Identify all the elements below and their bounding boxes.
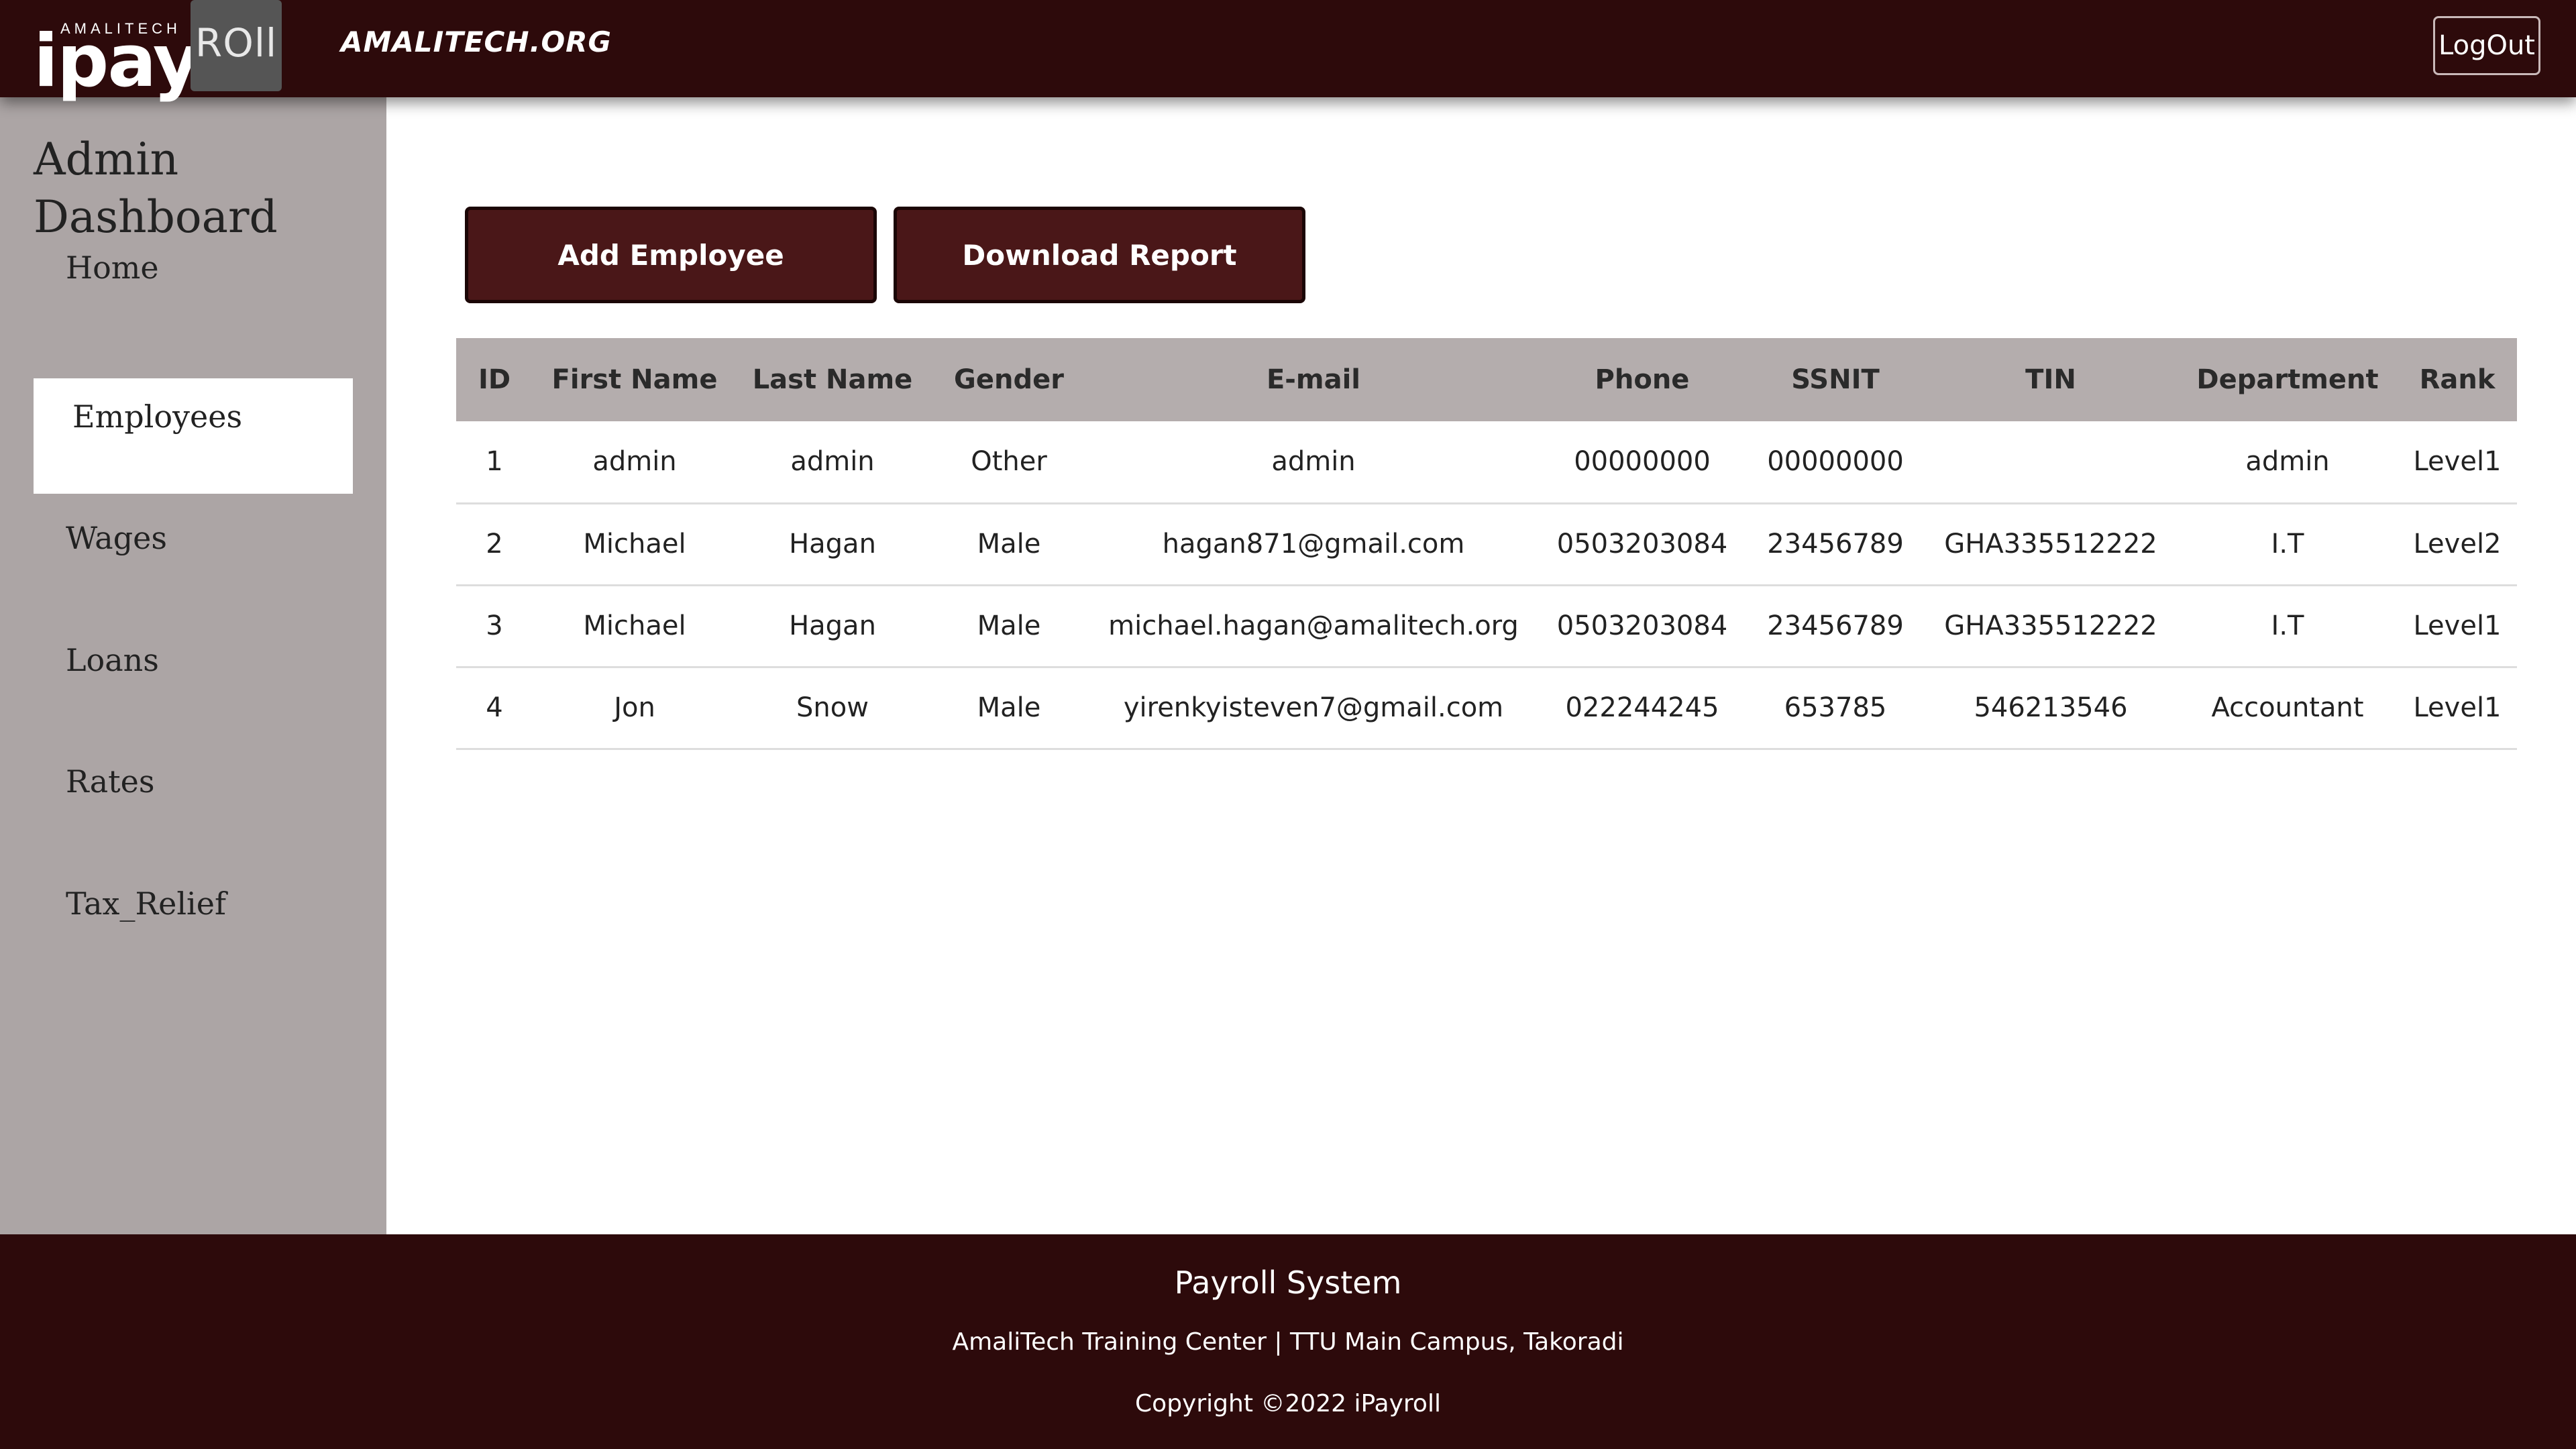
employees-table: ID First Name Last Name Gender E-mail Ph…: [456, 338, 2517, 750]
site-name-link[interactable]: AMALITECH.ORG: [341, 25, 612, 58]
cell-department: admin: [2245, 446, 2330, 478]
sidebar-item-label: Wages: [66, 520, 167, 556]
cell-gender: Male: [977, 692, 1041, 723]
cell-rank: Level1: [2413, 610, 2502, 641]
cell-last-name: Snow: [796, 692, 869, 723]
cell-phone: 022244245: [1565, 692, 1719, 723]
cell-tin: 546213546: [1974, 692, 2128, 723]
cell-gender: Male: [977, 610, 1041, 641]
cell-last-name: Hagan: [789, 529, 876, 559]
sidebar-item-label: Rates: [66, 763, 155, 800]
cell-ssnit: 653785: [1784, 692, 1887, 723]
cell-id: 3: [486, 610, 503, 641]
column-header-department: Department: [2196, 364, 2379, 395]
cell-email: michael.hagan@amalitech.org: [1108, 610, 1519, 641]
sidebar-item-tax-relief[interactable]: Tax_Relief: [34, 865, 353, 981]
sidebar-item-loans[interactable]: Loans: [34, 622, 353, 737]
sidebar-item-wages[interactable]: Wages: [34, 500, 353, 615]
cell-ssnit: 23456789: [1767, 529, 1904, 559]
cell-ssnit: 23456789: [1767, 610, 1904, 641]
cell-last-name: Hagan: [789, 610, 876, 641]
cell-last-name: admin: [790, 446, 875, 478]
cell-first-name: Michael: [583, 529, 686, 559]
table-header-row: ID First Name Last Name Gender E-mail Ph…: [456, 338, 2517, 421]
cell-first-name: admin: [592, 446, 677, 478]
column-header-gender: Gender: [954, 364, 1064, 395]
cell-email: yirenkyisteven7@gmail.com: [1123, 692, 1504, 723]
logo-badge: ROll: [191, 0, 282, 91]
ipayroll-logo[interactable]: AMALITECH ipay ROll: [34, 0, 282, 98]
logo-wordmark: ipay: [34, 19, 200, 103]
cell-department: Accountant: [2211, 692, 2364, 723]
footer: Payroll System AmaliTech Training Center…: [0, 1234, 2576, 1449]
footer-address: AmaliTech Training Center | TTU Main Cam…: [952, 1328, 1624, 1356]
cell-department: I.T: [2271, 529, 2304, 559]
cell-rank: Level1: [2413, 692, 2502, 723]
cell-phone: 0503203084: [1556, 610, 1728, 641]
cell-email: hagan871@gmail.com: [1162, 529, 1465, 559]
cell-department: I.T: [2271, 610, 2304, 641]
sidebar-item-label: Employees: [72, 398, 243, 435]
cell-gender: Male: [977, 529, 1041, 559]
cell-first-name: Jon: [614, 692, 655, 723]
column-header-id: ID: [478, 364, 511, 395]
sidebar-title: Admin Dashboard: [34, 133, 278, 243]
sidebar-item-label: Loans: [66, 642, 159, 678]
cell-ssnit: 00000000: [1767, 446, 1904, 478]
sidebar-item-home[interactable]: Home: [34, 250, 353, 372]
table-row[interactable]: 1 admin admin Other admin 00000000 00000…: [456, 421, 2517, 503]
footer-copyright: Copyright ©2022 iPayroll: [1135, 1390, 1441, 1417]
sidebar-item-rates[interactable]: Rates: [34, 743, 353, 859]
sidebar-item-employees[interactable]: Employees: [34, 378, 353, 494]
cell-email: admin: [1271, 446, 1356, 478]
table-row[interactable]: 2 Michael Hagan Male hagan871@gmail.com …: [456, 503, 2517, 585]
sidebar-item-label: Tax_Relief: [66, 885, 227, 922]
add-employee-button[interactable]: Add Employee: [465, 207, 877, 303]
cell-tin: GHA335512222: [1944, 529, 2157, 559]
column-header-first-name: First Name: [551, 364, 718, 395]
cell-gender: Other: [971, 446, 1047, 478]
logo-badge-text: ROll: [195, 20, 278, 66]
cell-rank: Level1: [2413, 446, 2502, 478]
cell-tin: GHA335512222: [1944, 610, 2157, 641]
column-header-ssnit: SSNIT: [1791, 364, 1880, 395]
column-header-last-name: Last Name: [752, 364, 913, 395]
sidebar: Admin Dashboard Home Employees Wages Loa…: [0, 97, 386, 1234]
cell-rank: Level2: [2413, 529, 2502, 559]
logout-button[interactable]: LogOut: [2433, 16, 2540, 75]
table-row[interactable]: 4 Jon Snow Male yirenkyisteven7@gmail.co…: [456, 667, 2517, 749]
cell-first-name: Michael: [583, 610, 686, 641]
sidebar-item-label: Home: [66, 250, 159, 286]
table-row[interactable]: 3 Michael Hagan Male michael.hagan@amali…: [456, 585, 2517, 667]
cell-tin: [1924, 421, 2178, 503]
cell-phone: 00000000: [1574, 446, 1711, 478]
footer-title: Payroll System: [1174, 1265, 1402, 1301]
download-report-button[interactable]: Download Report: [894, 207, 1305, 303]
column-header-rank: Rank: [2419, 364, 2496, 395]
cell-id: 2: [486, 529, 503, 559]
cell-phone: 0503203084: [1556, 529, 1728, 559]
cell-id: 4: [486, 692, 503, 723]
top-header: AMALITECH ipay ROll AMALITECH.ORG LogOut: [0, 0, 2576, 98]
cell-id: 1: [486, 446, 503, 478]
column-header-email: E-mail: [1266, 364, 1361, 395]
column-header-phone: Phone: [1595, 364, 1690, 395]
column-header-tin: TIN: [2025, 364, 2076, 395]
